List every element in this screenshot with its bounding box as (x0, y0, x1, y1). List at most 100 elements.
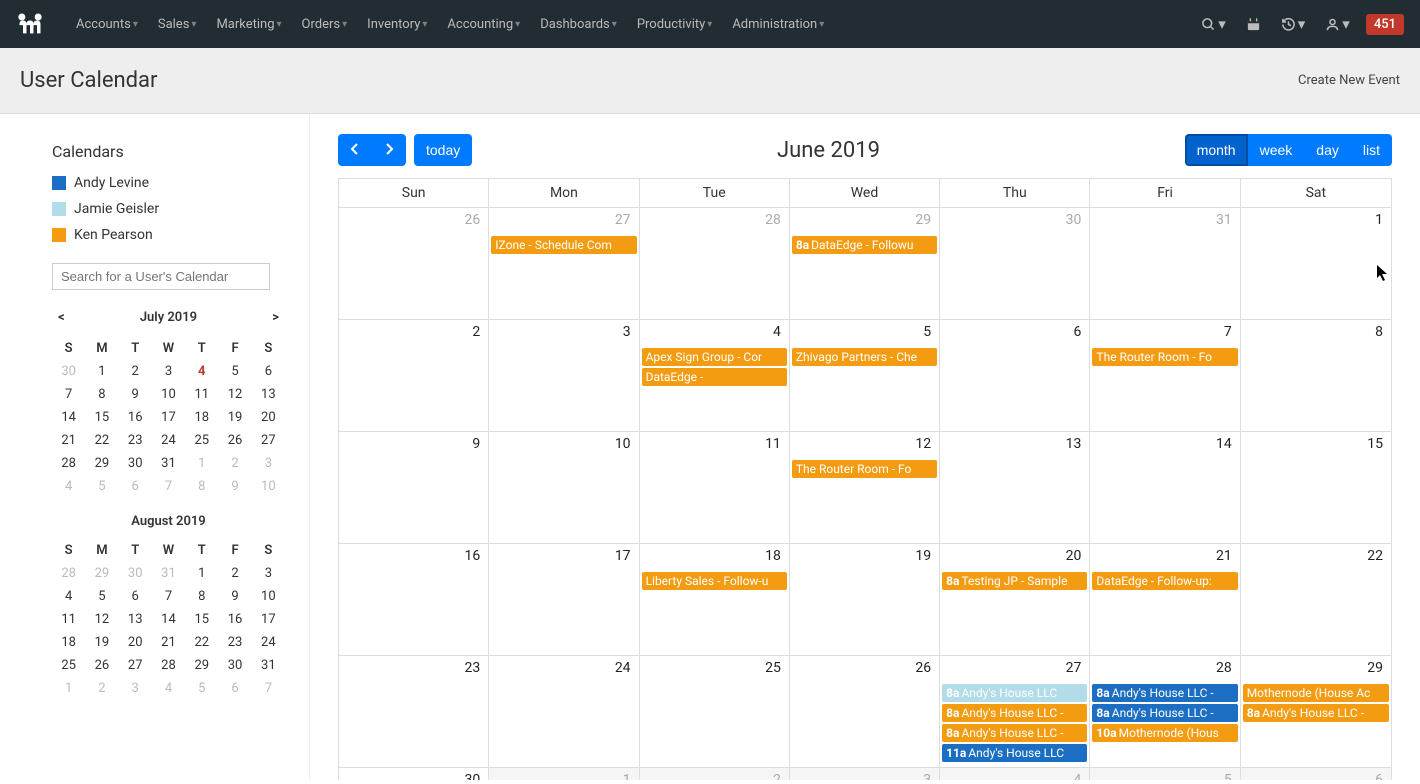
calendar-event[interactable]: Apex Sign Group - Cor (642, 348, 787, 366)
mini-day[interactable]: 7 (252, 677, 285, 700)
mini-next-button[interactable]: > (266, 308, 285, 327)
user-icon[interactable]: ▾ (1321, 11, 1354, 37)
day-cell[interactable]: 4 (940, 768, 1090, 780)
mini-day[interactable]: 13 (252, 383, 285, 406)
mini-day[interactable]: 31 (152, 562, 185, 585)
day-cell[interactable]: 5Zhivago Partners - Che (790, 320, 940, 432)
calendar-event[interactable]: 8aAndy's House LLC - (942, 704, 1087, 722)
mini-prev-button[interactable]: < (52, 308, 71, 327)
mini-day[interactable]: 18 (52, 631, 85, 654)
mini-day[interactable]: 4 (52, 475, 85, 498)
mini-day[interactable]: 18 (185, 406, 218, 429)
mini-day[interactable]: 10 (252, 585, 285, 608)
mini-day[interactable]: 10 (152, 383, 185, 406)
calendar-event[interactable]: Mothernode (House Ac (1243, 684, 1389, 702)
mini-day[interactable]: 25 (52, 654, 85, 677)
calendar-event[interactable]: 8aAndy's House LLC - (1092, 684, 1237, 702)
day-cell[interactable]: 7The Router Room - Fo (1090, 320, 1240, 432)
day-cell[interactable]: 26 (339, 208, 489, 320)
calendar-event[interactable]: IZone - Schedule Com (491, 236, 636, 254)
day-cell[interactable]: 30 (940, 208, 1090, 320)
mini-day[interactable]: 9 (119, 383, 152, 406)
calendar-event[interactable]: 8aTesting JP - Sample (942, 572, 1087, 590)
mini-day[interactable]: 27 (252, 429, 285, 452)
mini-day[interactable]: 22 (85, 429, 118, 452)
calendar-event[interactable]: Zhivago Partners - Che (792, 348, 937, 366)
day-cell[interactable]: 26 (790, 656, 940, 768)
day-cell[interactable]: 3 (790, 768, 940, 780)
calendar-event[interactable]: DataEdge - (642, 368, 787, 386)
mini-day[interactable]: 30 (52, 360, 85, 383)
mini-day[interactable]: 14 (152, 608, 185, 631)
nav-item-inventory[interactable]: Inventory▾ (359, 11, 435, 38)
mini-day[interactable]: 5 (185, 677, 218, 700)
day-cell[interactable]: 6 (1241, 768, 1391, 780)
day-cell[interactable]: 278aAndy's House LLC8aAndy's House LLC -… (940, 656, 1090, 768)
today-button[interactable]: today (414, 134, 472, 166)
mini-day[interactable]: 29 (85, 452, 118, 475)
nav-item-accounts[interactable]: Accounts▾ (68, 11, 146, 38)
day-cell[interactable]: 6 (940, 320, 1090, 432)
day-cell[interactable]: 19 (790, 544, 940, 656)
mini-day[interactable]: 9 (218, 585, 251, 608)
mini-day[interactable]: 13 (119, 608, 152, 631)
calendar-event[interactable]: 8aAndy's House LLC - (1092, 704, 1237, 722)
mini-day[interactable]: 30 (218, 654, 251, 677)
mini-day[interactable]: 3 (252, 562, 285, 585)
day-cell[interactable]: 16 (339, 544, 489, 656)
mini-day[interactable]: 29 (85, 562, 118, 585)
history-icon[interactable]: ▾ (1277, 11, 1310, 37)
day-cell[interactable]: 3 (489, 320, 639, 432)
mini-day[interactable]: 25 (185, 429, 218, 452)
mini-day[interactable]: 15 (85, 406, 118, 429)
mini-day[interactable]: 21 (152, 631, 185, 654)
day-cell[interactable]: 1 (489, 768, 639, 780)
nav-item-accounting[interactable]: Accounting▾ (439, 11, 528, 38)
search-icon[interactable]: ▾ (1197, 11, 1230, 37)
mini-day[interactable]: 7 (152, 585, 185, 608)
mini-day[interactable]: 28 (152, 654, 185, 677)
mini-day[interactable]: 12 (85, 608, 118, 631)
mini-day[interactable]: 21 (52, 429, 85, 452)
mini-day[interactable]: 6 (119, 475, 152, 498)
day-cell[interactable]: 4Apex Sign Group - CorDataEdge - (640, 320, 790, 432)
mini-day[interactable]: 23 (218, 631, 251, 654)
calendar-event[interactable]: 8aAndy's House LLC - (942, 724, 1087, 742)
day-cell[interactable]: 18Liberty Sales - Follow-u (640, 544, 790, 656)
calendar-event[interactable]: The Router Room - Fo (1092, 348, 1237, 366)
calendar-event[interactable]: DataEdge - Follow-up: (1092, 572, 1237, 590)
mini-day[interactable]: 10 (252, 475, 285, 498)
mini-day[interactable]: 5 (218, 360, 251, 383)
calendar-event[interactable]: 11aAndy's House LLC (942, 744, 1087, 762)
day-cell[interactable]: 17 (489, 544, 639, 656)
calendar-event[interactable]: 10aMothernode (Hous (1092, 724, 1237, 742)
calendar-item[interactable]: Jamie Geisler (52, 201, 285, 217)
mini-day[interactable]: 17 (152, 406, 185, 429)
day-cell[interactable]: 25 (640, 656, 790, 768)
day-cell[interactable]: 12The Router Room - Fo (790, 432, 940, 544)
mini-day[interactable]: 27 (119, 654, 152, 677)
mini-day[interactable]: 19 (218, 406, 251, 429)
mini-day[interactable]: 15 (185, 608, 218, 631)
notification-badge[interactable]: 451 (1366, 14, 1404, 35)
mini-day[interactable]: 14 (52, 406, 85, 429)
app-logo-icon[interactable] (16, 10, 44, 38)
day-cell[interactable]: 31 (1090, 208, 1240, 320)
nav-item-dashboards[interactable]: Dashboards▾ (532, 11, 625, 38)
mini-day[interactable]: 16 (218, 608, 251, 631)
day-cell[interactable]: 29Mothernode (House Ac8aAndy's House LLC… (1241, 656, 1391, 768)
mini-day[interactable]: 8 (85, 383, 118, 406)
mini-day[interactable]: 1 (185, 562, 218, 585)
mini-day[interactable]: 16 (119, 406, 152, 429)
day-cell[interactable]: 13 (940, 432, 1090, 544)
day-cell[interactable]: 2 (339, 320, 489, 432)
mini-day[interactable]: 20 (119, 631, 152, 654)
create-new-event-link[interactable]: Create New Event (1298, 73, 1400, 88)
day-cell[interactable]: 208aTesting JP - Sample (940, 544, 1090, 656)
mini-day[interactable]: 24 (152, 429, 185, 452)
day-cell[interactable]: 30 (339, 768, 489, 780)
day-cell[interactable]: 27IZone - Schedule Com (489, 208, 639, 320)
mini-day[interactable]: 4 (185, 360, 218, 383)
mini-day[interactable]: 4 (152, 677, 185, 700)
mini-day[interactable]: 8 (185, 585, 218, 608)
